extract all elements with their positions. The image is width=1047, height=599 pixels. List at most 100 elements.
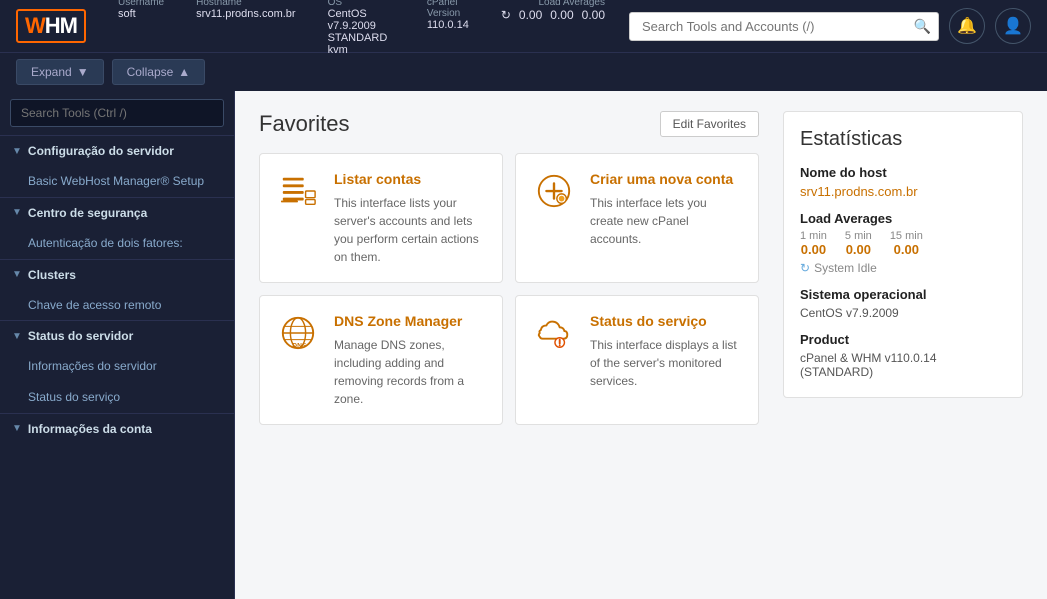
chevron-down-icon-4: ▼ [12, 331, 22, 342]
product-value: cPanel & WHM v110.0.14 (STANDARD) [800, 351, 1006, 379]
search-wrapper: 🔍 [629, 12, 939, 41]
os-value: CentOS v7.9.2009 STANDARD kvm [328, 8, 395, 56]
load-val-5min: 0.00 [846, 242, 871, 257]
hostname-value: srv11.prodns.com.br [800, 184, 1006, 199]
chevron-down-icon-5: ▼ [12, 423, 22, 434]
collapse-icon: ▲ [178, 65, 190, 79]
hostname-value: srv11.prodns.com.br [196, 8, 295, 20]
sidebar-section-status: ▼ Status do servidor Informações do serv… [0, 320, 234, 413]
sidebar-item-autenticacao[interactable]: Autenticação de dois fatores: [0, 228, 234, 259]
favorites-title: Favorites [259, 111, 349, 137]
sidebar-section-status-header[interactable]: ▼ Status do servidor [0, 321, 234, 351]
notifications-button[interactable]: 🔔 [949, 8, 985, 44]
chevron-down-icon-2: ▼ [12, 207, 22, 218]
user-button[interactable]: 👤 [995, 8, 1031, 44]
sidebar-section-clusters: ▼ Clusters Chave de acesso remoto [0, 259, 234, 321]
sidebar-section-seguranca-title: Centro de segurança [28, 206, 147, 220]
expand-label: Expand [31, 65, 72, 79]
sidebar-item-chave-acesso[interactable]: Chave de acesso remoto [0, 290, 234, 321]
load-val-1min: 0.00 [801, 242, 826, 257]
cpanel-value: 110.0.14 [427, 19, 469, 31]
sidebar-section-seguranca-header[interactable]: ▼ Centro de segurança [0, 198, 234, 228]
create-account-icon [532, 170, 576, 214]
favorites-section: Favorites Edit Favorites [259, 111, 759, 579]
username-info: Username soft [118, 0, 164, 56]
sidebar-section-informacoes-conta-header[interactable]: ▼ Informações da conta [0, 414, 234, 444]
refresh-small-icon[interactable]: ↻ [800, 261, 810, 275]
sidebar-section-informacoes-conta: ▼ Informações da conta [0, 413, 234, 444]
search-input[interactable] [629, 12, 939, 41]
load-section-label: Load Averages [800, 211, 1006, 226]
list-icon [276, 170, 320, 214]
os-info: OS CentOS v7.9.2009 STANDARD kvm [328, 0, 395, 56]
sidebar-section-configuracao-header[interactable]: ▼ Configuração do servidor [0, 136, 234, 166]
card-status[interactable]: Status do serviço This interface display… [515, 295, 759, 425]
load-col-2-label: 5 min [845, 230, 872, 242]
system-idle: ↻ System Idle [800, 261, 1006, 275]
load-col-1-label: 1 min [800, 230, 827, 242]
stats-panel: Estatísticas Nome do host srv11.prodns.c… [783, 111, 1023, 398]
sidebar-section-status-title: Status do servidor [28, 329, 133, 343]
expand-icon: ▼ [77, 65, 89, 79]
load-val-1: 0.00 [519, 8, 542, 22]
load-row: 1 min 0.00 5 min 0.00 15 min 0.00 [800, 230, 1006, 257]
card-status-title: Status do serviço [590, 312, 742, 330]
sidebar-section-clusters-header[interactable]: ▼ Clusters [0, 260, 234, 290]
svg-text:DNS: DNS [292, 342, 307, 349]
card-listar-contas-content: Listar contas This interface lists your … [334, 170, 486, 266]
chevron-down-icon-3: ▼ [12, 269, 22, 280]
cards-grid: Listar contas This interface lists your … [259, 153, 759, 425]
edit-favorites-button[interactable]: Edit Favorites [660, 111, 759, 137]
load-averages-label: Load Averages [538, 0, 605, 8]
hostname-section-label: Nome do host [800, 165, 1006, 180]
favorites-header: Favorites Edit Favorites [259, 111, 759, 137]
dns-icon: DNS [276, 312, 320, 356]
load-col-3-label: 15 min [890, 230, 923, 242]
chevron-down-icon: ▼ [12, 146, 22, 157]
sidebar-section-informacoes-conta-title: Informações da conta [28, 422, 152, 436]
hostname-label: Hostname [196, 0, 295, 8]
sidebar-section-configuracao-title: Configuração do servidor [28, 144, 174, 158]
hostname-info: Hostname srv11.prodns.com.br [196, 0, 295, 56]
load-val-15min: 0.00 [894, 242, 919, 257]
card-listar-contas-desc: This interface lists your server's accou… [334, 194, 486, 266]
sidebar-section-seguranca: ▼ Centro de segurança Autenticação de do… [0, 197, 234, 259]
card-dns-content: DNS Zone Manager Manage DNS zones, inclu… [334, 312, 486, 408]
cpanel-info: cPanel Version 110.0.14 [427, 0, 469, 56]
whm-logo: WHM [16, 9, 86, 43]
username-label: Username [118, 0, 164, 8]
card-dns[interactable]: DNS DNS Zone Manager Manage DNS zones, i… [259, 295, 503, 425]
system-idle-label: System Idle [814, 261, 877, 275]
card-status-content: Status do serviço This interface display… [590, 312, 742, 408]
main-layout: ▼ Configuração do servidor Basic WebHost… [0, 91, 1047, 599]
card-criar-conta-title: Criar uma nova conta [590, 170, 742, 188]
secondbar: Expand ▼ Collapse ▲ [0, 52, 1047, 91]
load-col-2: 5 min 0.00 [845, 230, 872, 257]
card-listar-contas[interactable]: Listar contas This interface lists your … [259, 153, 503, 283]
card-criar-conta[interactable]: Criar uma nova conta This interface lets… [515, 153, 759, 283]
os-label: OS [328, 0, 395, 8]
refresh-icon[interactable]: ↻ [501, 8, 511, 22]
search-button[interactable]: 🔍 [914, 18, 931, 35]
sidebar-section-clusters-title: Clusters [28, 268, 76, 282]
card-dns-desc: Manage DNS zones, including adding and r… [334, 336, 486, 408]
sidebar-search-input[interactable] [10, 99, 224, 127]
load-col-3: 15 min 0.00 [890, 230, 923, 257]
product-section-label: Product [800, 332, 1006, 347]
expand-button[interactable]: Expand ▼ [16, 59, 104, 85]
sidebar-item-status-servico[interactable]: Status do serviço [0, 382, 234, 413]
sidebar-item-basic-webhost[interactable]: Basic WebHost Manager® Setup [0, 166, 234, 197]
stats-title: Estatísticas [800, 128, 1006, 151]
collapse-button[interactable]: Collapse ▲ [112, 59, 206, 85]
collapse-label: Collapse [127, 65, 174, 79]
sidebar-item-informacoes-servidor[interactable]: Informações do servidor [0, 351, 234, 382]
load-values-row: ↻ 0.00 0.00 0.00 [501, 8, 605, 22]
card-status-desc: This interface displays a list of the se… [590, 336, 742, 390]
sidebar-section-configuracao: ▼ Configuração do servidor Basic WebHost… [0, 135, 234, 197]
load-col-1: 1 min 0.00 [800, 230, 827, 257]
username-value: soft [118, 8, 164, 20]
topbar: WHM Username soft Hostname srv11.prodns.… [0, 0, 1047, 52]
os-value: CentOS v7.9.2009 [800, 306, 1006, 320]
load-averages-header: Load Averages ↻ 0.00 0.00 0.00 [501, 0, 605, 56]
card-dns-title: DNS Zone Manager [334, 312, 486, 330]
